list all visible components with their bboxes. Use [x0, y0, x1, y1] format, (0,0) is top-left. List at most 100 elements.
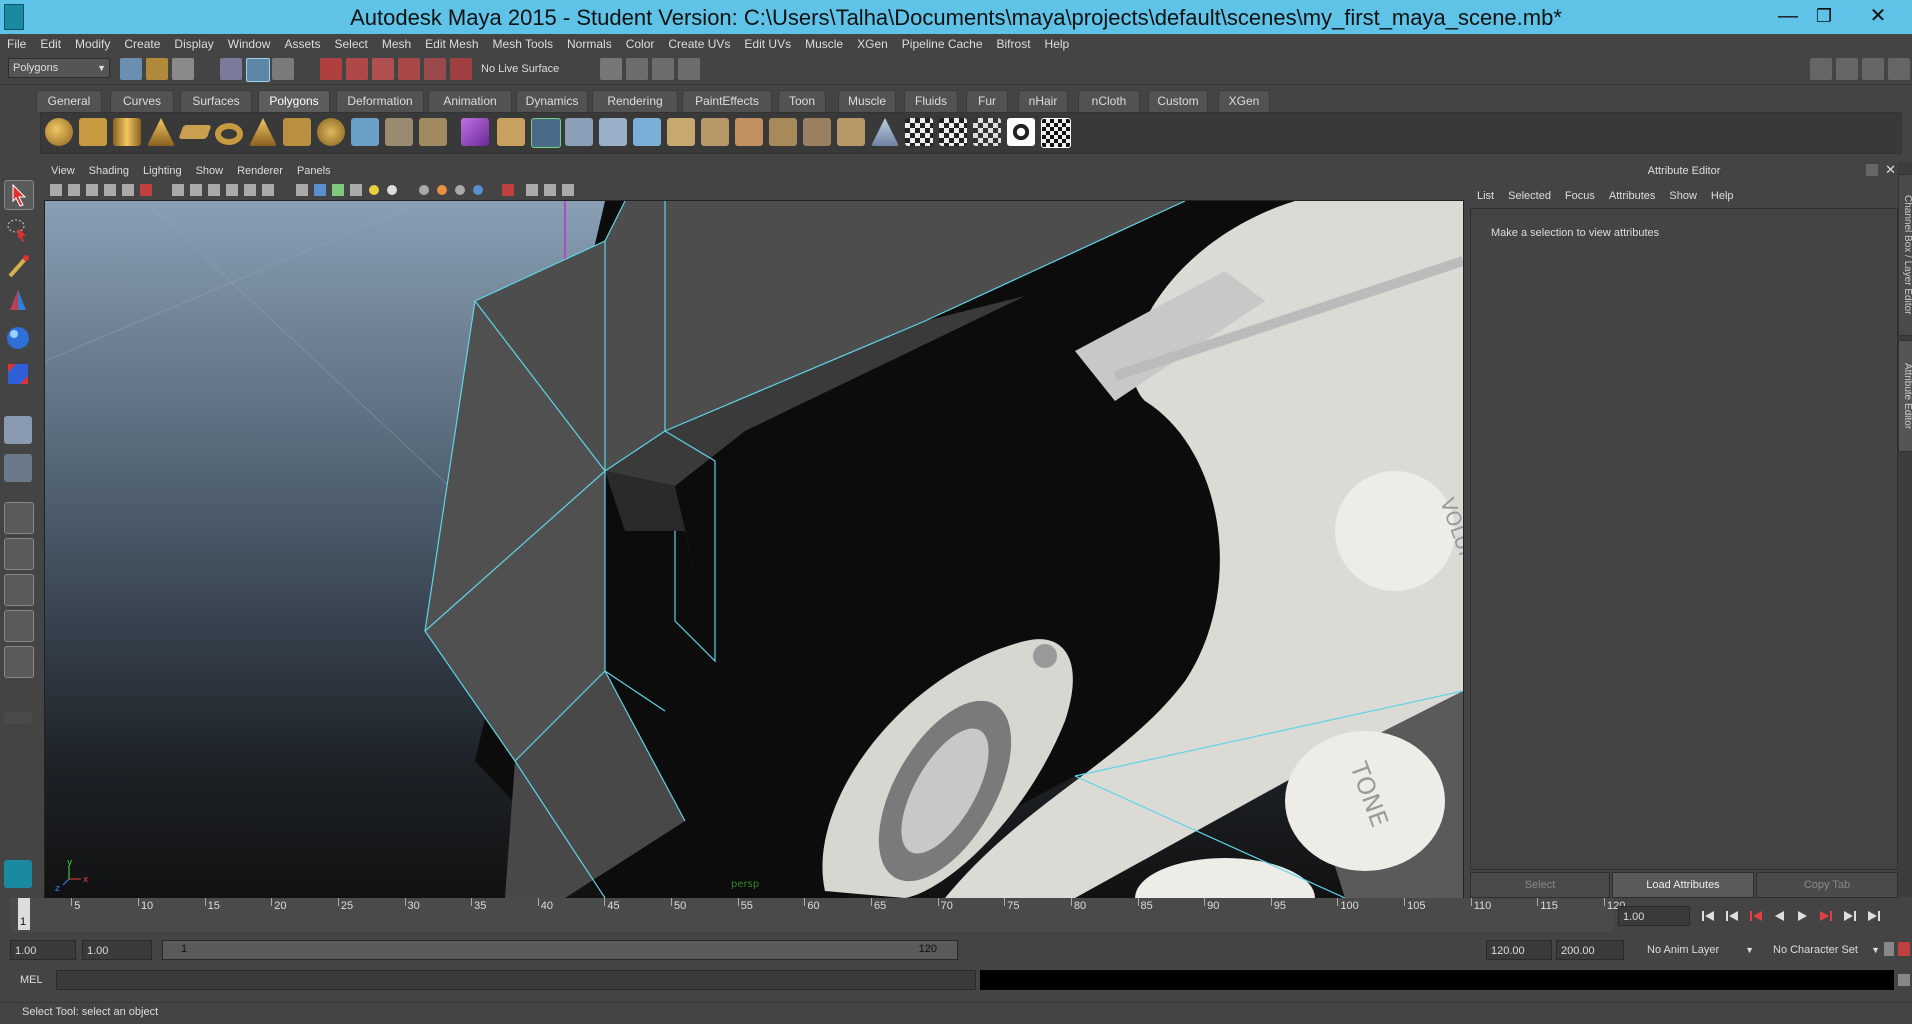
viewport-menu-panels[interactable]: Panels: [290, 162, 338, 180]
poly-sphere-icon[interactable]: [45, 118, 73, 146]
menu-display[interactable]: Display: [167, 34, 220, 54]
menu-select[interactable]: Select: [327, 34, 374, 54]
attr-menu-show[interactable]: Show: [1662, 186, 1704, 206]
menuset-dropdown[interactable]: Polygons ▼: [8, 58, 110, 78]
shelf-tab-general[interactable]: General: [36, 90, 102, 112]
toolbox-toggle-icon[interactable]: [1810, 58, 1832, 80]
tool-settings-toggle-icon[interactable]: [1862, 58, 1884, 80]
menu-help[interactable]: Help: [1038, 34, 1077, 54]
bridge-icon[interactable]: [531, 118, 561, 148]
animation-preferences-icon[interactable]: [1898, 942, 1910, 956]
uv-texture-editor-icon[interactable]: [1041, 118, 1071, 148]
shelf-tab-fluids[interactable]: Fluids: [904, 90, 958, 112]
layout-persp-outliner-icon[interactable]: [4, 538, 34, 570]
uv-layout-icon[interactable]: [939, 118, 967, 146]
menu-create-uvs[interactable]: Create UVs: [661, 34, 737, 54]
menu-create[interactable]: Create: [117, 34, 167, 54]
close-button[interactable]: ✕: [1848, 0, 1908, 34]
menu-color[interactable]: Color: [619, 34, 662, 54]
rotate-tool-icon[interactable]: [4, 324, 32, 352]
float-panel-icon[interactable]: [1866, 164, 1878, 176]
poly-cylinder-icon[interactable]: [113, 118, 141, 146]
range-slider[interactable]: 1 120: [162, 940, 958, 960]
shelf-tab-muscle[interactable]: Muscle: [838, 90, 896, 112]
insert-edge-loop-icon[interactable]: [633, 118, 661, 146]
shelf-tab-painteffects[interactable]: PaintEffects: [682, 90, 772, 112]
attr-menu-help[interactable]: Help: [1704, 186, 1741, 206]
live-surface-field[interactable]: No Live Surface: [476, 59, 578, 79]
shelf-tab-surfaces[interactable]: Surfaces: [180, 90, 252, 112]
merge-icon[interactable]: [735, 118, 763, 146]
select-button[interactable]: Select: [1470, 872, 1610, 898]
layout-hypershade-icon[interactable]: [4, 610, 34, 642]
shelf-tab-nhair[interactable]: nHair: [1018, 90, 1068, 112]
shelf-tab-curves[interactable]: Curves: [110, 90, 174, 112]
menu-pipeline-cache[interactable]: Pipeline Cache: [895, 34, 990, 54]
save-scene-icon[interactable]: [172, 58, 194, 80]
poly-combine-icon[interactable]: [385, 118, 413, 146]
layout-four-view-icon[interactable]: [4, 502, 34, 534]
viewport-menu-lighting[interactable]: Lighting: [136, 162, 189, 180]
poly-pyramid-icon[interactable]: [249, 118, 277, 146]
playback-start-field[interactable]: 1.00: [82, 940, 152, 960]
shelf-tab-rendering[interactable]: Rendering: [592, 90, 678, 112]
poly-smooth-icon[interactable]: [419, 118, 447, 146]
last-tool-used-icon[interactable]: [4, 416, 32, 444]
anim-layer-dropdown[interactable]: No Anim Layer ▼: [1642, 940, 1758, 960]
playback-end-field[interactable]: 120.00: [1486, 940, 1552, 960]
shelf-tab-animation[interactable]: Animation: [428, 90, 512, 112]
select-component-icon[interactable]: [272, 58, 294, 80]
uv-unfold-icon[interactable]: [973, 118, 1001, 146]
snap-view-plane-icon[interactable]: [398, 58, 420, 80]
poly-pipe-icon[interactable]: [283, 118, 311, 146]
planar-mapping-icon[interactable]: [769, 118, 797, 146]
uv-relax-icon[interactable]: [1007, 118, 1035, 146]
script-mode-toggle[interactable]: MEL: [6, 970, 52, 990]
split-polygon-icon[interactable]: [599, 118, 627, 146]
perspective-viewport[interactable]: VOLUME TONE x y z persp: [44, 200, 1464, 899]
open-scene-icon[interactable]: [146, 58, 168, 80]
attr-menu-list[interactable]: List: [1470, 186, 1501, 206]
menu-bifrost[interactable]: Bifrost: [990, 34, 1038, 54]
poly-separate-icon[interactable]: [351, 118, 379, 146]
spherical-mapping-icon[interactable]: [837, 118, 865, 146]
layout-graph-editor-icon[interactable]: [4, 646, 34, 678]
poly-soccer-ball-icon[interactable]: [317, 118, 345, 146]
shelf-tab-fur[interactable]: Fur: [966, 90, 1008, 112]
viewport-menu-shading[interactable]: Shading: [82, 162, 136, 180]
shelf-tab-toon[interactable]: Toon: [778, 90, 826, 112]
shelf-tab-deformation[interactable]: Deformation: [336, 90, 424, 112]
attr-menu-attributes[interactable]: Attributes: [1602, 186, 1662, 206]
extrude-icon[interactable]: [497, 118, 525, 146]
make-live-icon[interactable]: [424, 58, 446, 80]
lasso-tool-icon[interactable]: [4, 216, 32, 244]
shelf-tab-ncloth[interactable]: nCloth: [1078, 90, 1140, 112]
shelf-tab-custom[interactable]: Custom: [1148, 90, 1208, 112]
menu-mesh[interactable]: Mesh: [375, 34, 418, 54]
menu-edit-uvs[interactable]: Edit UVs: [737, 34, 798, 54]
shelf-tab-xgen[interactable]: XGen: [1218, 90, 1270, 112]
channel-box-toggle-icon[interactable]: [1888, 58, 1910, 80]
poly-cone-icon[interactable]: [147, 118, 175, 146]
append-polygon-icon[interactable]: [565, 118, 593, 146]
shelf-tab-dynamics[interactable]: Dynamics: [516, 90, 588, 112]
menu-mesh-tools[interactable]: Mesh Tools: [486, 34, 560, 54]
animation-end-field[interactable]: 200.00: [1556, 940, 1624, 960]
poly-booleans-icon[interactable]: [461, 118, 489, 146]
checker-uv-icon[interactable]: [905, 118, 933, 146]
paint-select-tool-icon[interactable]: [4, 252, 32, 280]
snap-grid-icon[interactable]: [320, 58, 342, 80]
menu-window[interactable]: Window: [221, 34, 278, 54]
show-manipulator-icon[interactable]: [4, 454, 32, 482]
snap-curve-icon[interactable]: [346, 58, 368, 80]
offset-edge-loop-icon[interactable]: [667, 118, 695, 146]
maximize-button[interactable]: ❐: [1802, 0, 1846, 34]
character-set-dropdown[interactable]: No Character Set ▼: [1768, 940, 1884, 960]
render-settings-icon[interactable]: [678, 58, 700, 80]
attr-menu-focus[interactable]: Focus: [1558, 186, 1602, 206]
menu-modify[interactable]: Modify: [68, 34, 117, 54]
menu-normals[interactable]: Normals: [560, 34, 619, 54]
move-tool-icon[interactable]: [4, 288, 32, 316]
attribute-editor-toggle-icon[interactable]: [1836, 58, 1858, 80]
close-panel-icon[interactable]: ✕: [1885, 162, 1896, 178]
